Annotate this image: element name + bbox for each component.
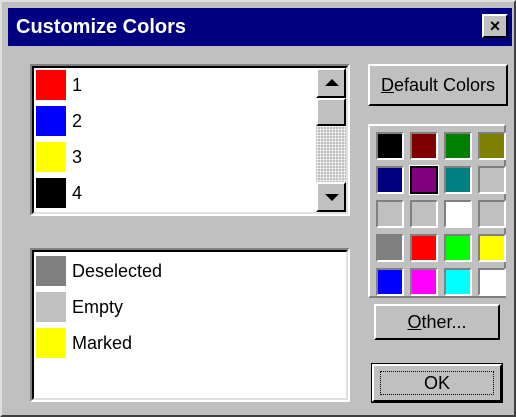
color-list-label: 2 bbox=[72, 111, 83, 131]
default-colors-label: Default Colors bbox=[380, 75, 496, 95]
state-list-label: Deselected bbox=[72, 261, 163, 281]
color-swatch bbox=[36, 292, 66, 322]
title-bar: Customize Colors × bbox=[8, 8, 512, 46]
palette-color-cell[interactable] bbox=[376, 234, 404, 262]
color-swatch bbox=[36, 142, 66, 172]
other-button[interactable]: Other... bbox=[374, 304, 500, 340]
state-list-label: Empty bbox=[72, 297, 124, 317]
state-list[interactable]: Deselected Empty Marked bbox=[30, 248, 350, 402]
color-palette bbox=[368, 124, 506, 298]
palette-color-cell[interactable] bbox=[478, 200, 506, 228]
vertical-scrollbar[interactable] bbox=[316, 68, 346, 212]
color-list-label: 1 bbox=[72, 75, 83, 95]
state-list-label: Marked bbox=[72, 333, 133, 353]
palette-color-cell[interactable] bbox=[376, 200, 404, 228]
palette-color-cell[interactable] bbox=[410, 234, 438, 262]
scroll-down-button[interactable] bbox=[316, 182, 346, 212]
palette-color-cell[interactable] bbox=[478, 268, 506, 296]
palette-color-cell[interactable] bbox=[478, 166, 506, 194]
palette-color-cell[interactable] bbox=[376, 268, 404, 296]
close-button[interactable]: × bbox=[482, 14, 508, 38]
palette-color-cell[interactable] bbox=[376, 166, 404, 194]
scroll-thumb[interactable] bbox=[316, 98, 346, 126]
palette-color-cell[interactable] bbox=[409, 165, 439, 195]
palette-color-cell[interactable] bbox=[444, 234, 472, 262]
color-list[interactable]: 1 2 3 4 bbox=[30, 64, 350, 216]
scroll-up-button[interactable] bbox=[316, 68, 346, 98]
close-icon: × bbox=[489, 16, 501, 36]
palette-color-cell[interactable] bbox=[376, 132, 404, 160]
palette-color-cell[interactable] bbox=[444, 132, 472, 160]
focus-rect bbox=[380, 371, 494, 395]
arrow-up-icon bbox=[325, 79, 339, 86]
window-title: Customize Colors bbox=[16, 16, 187, 38]
palette-color-cell[interactable] bbox=[478, 234, 506, 262]
color-swatch bbox=[36, 178, 66, 208]
arrow-down-icon bbox=[325, 194, 339, 201]
color-swatch bbox=[36, 106, 66, 136]
palette-color-cell[interactable] bbox=[410, 200, 438, 228]
palette-color-cell[interactable] bbox=[410, 132, 438, 160]
color-swatch bbox=[36, 328, 66, 358]
color-list-label: 3 bbox=[72, 147, 83, 167]
palette-color-cell[interactable] bbox=[478, 132, 506, 160]
color-swatch bbox=[36, 70, 66, 100]
color-list-label: 4 bbox=[72, 183, 83, 203]
palette-color-cell[interactable] bbox=[444, 200, 472, 228]
palette-color-cell[interactable] bbox=[444, 268, 472, 296]
color-swatch bbox=[36, 256, 66, 286]
other-label: Other... bbox=[407, 312, 467, 332]
palette-color-cell[interactable] bbox=[410, 268, 438, 296]
default-colors-button[interactable]: Default Colors bbox=[368, 64, 508, 106]
customize-colors-dialog: Customize Colors × 1 2 3 4 Deselected Em… bbox=[0, 0, 516, 417]
ok-button[interactable]: OK bbox=[371, 363, 503, 403]
palette-color-cell[interactable] bbox=[444, 166, 472, 194]
